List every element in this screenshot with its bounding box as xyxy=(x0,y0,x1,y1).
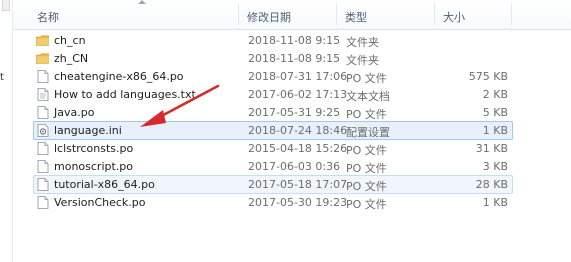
file-date: 2017-06-03 0:36 xyxy=(248,160,341,173)
folder-icon xyxy=(36,53,49,64)
file-name: language.ini xyxy=(54,124,122,137)
file-name: zh_CN xyxy=(54,52,89,65)
column-divider[interactable] xyxy=(336,3,337,25)
file-type: PO 文件 xyxy=(346,198,387,211)
file-size: 31 KB xyxy=(475,142,508,155)
nav-pane-text-fragment: t xyxy=(0,72,4,83)
file-type: 文件夹 xyxy=(346,54,379,67)
file-date: 2017-05-30 19:23 xyxy=(248,196,348,209)
file-size: 1 KB xyxy=(482,196,508,209)
file-type: 文件夹 xyxy=(346,36,379,49)
file-date: 2017-06-02 17:13 xyxy=(248,88,348,101)
file-row-java[interactable]: Java.po 2017-05-31 9:25 PO 文件 5 KB xyxy=(33,103,513,122)
document-icon xyxy=(37,178,49,191)
nav-scrollbar[interactable] xyxy=(2,0,10,11)
file-size: 28 KB xyxy=(475,178,508,191)
settings-file-icon xyxy=(37,124,49,137)
file-type: PO 文件 xyxy=(346,180,387,193)
document-icon xyxy=(37,196,49,209)
file-name: tutorial-x86_64.po xyxy=(54,178,155,191)
file-name: ch_cn xyxy=(54,34,86,47)
file-size: 575 KB xyxy=(468,70,508,83)
file-type: 配置设置 xyxy=(346,126,390,139)
file-type: PO 文件 xyxy=(346,162,387,175)
column-divider[interactable] xyxy=(434,3,435,25)
file-size: 3 KB xyxy=(482,160,508,173)
text-document-icon xyxy=(37,88,49,101)
column-header-name[interactable]: 名称 xyxy=(37,9,59,25)
file-row-ch_cn[interactable]: ch_cn 2018-11-08 9:15 文件夹 xyxy=(33,31,513,50)
file-name: lclstrconsts.po xyxy=(54,142,134,155)
file-row-monoscript[interactable]: monoscript.po 2017-06-03 0:36 PO 文件 3 KB xyxy=(33,157,513,176)
file-row-tutorial-x86_64[interactable]: tutorial-x86_64.po 2017-05-18 17:07 PO 文… xyxy=(33,175,513,194)
file-row-zh_CN[interactable]: zh_CN 2018-11-08 9:15 文件夹 xyxy=(33,49,513,68)
file-row-how-to-add-languages[interactable]: How to add languages.txt 2017-06-02 17:1… xyxy=(33,85,513,104)
column-header-type[interactable]: 类型 xyxy=(345,9,367,25)
file-size: 1 KB xyxy=(482,124,508,137)
file-name: cheatengine-x86_64.po xyxy=(54,70,184,83)
file-row-language-ini[interactable]: language.ini 2018-07-24 18:46 配置设置 1 KB xyxy=(33,121,513,140)
column-header-bar: 名称 修改日期 类型 大小 xyxy=(13,0,571,30)
file-type: PO 文件 xyxy=(346,108,387,121)
file-date: 2017-05-18 17:07 xyxy=(248,178,348,191)
file-type: 文本文档 xyxy=(346,90,390,103)
document-icon xyxy=(37,106,49,119)
file-size: 5 KB xyxy=(482,106,508,119)
file-date: 2015-04-18 15:26 xyxy=(248,142,348,155)
column-divider[interactable] xyxy=(238,3,239,25)
file-name: Java.po xyxy=(54,106,95,119)
file-date: 2018-07-31 17:06 xyxy=(248,70,348,83)
file-row-lclstrconsts[interactable]: lclstrconsts.po 2015-04-18 15:26 PO 文件 3… xyxy=(33,139,513,158)
file-size: 2 KB xyxy=(482,88,508,101)
sort-ascending-icon xyxy=(138,0,146,4)
file-type: PO 文件 xyxy=(346,72,387,85)
navigation-pane[interactable]: t xyxy=(0,0,13,262)
document-icon xyxy=(37,142,49,155)
file-date: 2018-07-24 18:46 xyxy=(248,124,348,137)
file-row-versioncheck[interactable]: VersionCheck.po 2017-05-30 19:23 PO 文件 1… xyxy=(33,193,513,212)
file-name: monoscript.po xyxy=(54,160,134,173)
file-name: VersionCheck.po xyxy=(54,196,146,209)
column-header-date[interactable]: 修改日期 xyxy=(247,9,291,25)
file-name: How to add languages.txt xyxy=(54,88,196,101)
column-header-size[interactable]: 大小 xyxy=(443,9,465,25)
file-row-cheatengine-x86_64[interactable]: cheatengine-x86_64.po 2018-07-31 17:06 P… xyxy=(33,67,513,86)
file-type: PO 文件 xyxy=(346,144,387,157)
file-date: 2018-11-08 9:15 xyxy=(248,52,341,65)
file-date: 2018-11-08 9:15 xyxy=(248,34,341,47)
document-icon xyxy=(37,160,49,173)
document-icon xyxy=(37,70,49,83)
folder-icon xyxy=(36,35,49,46)
file-date: 2017-05-31 9:25 xyxy=(248,106,341,119)
column-divider[interactable] xyxy=(511,3,512,25)
